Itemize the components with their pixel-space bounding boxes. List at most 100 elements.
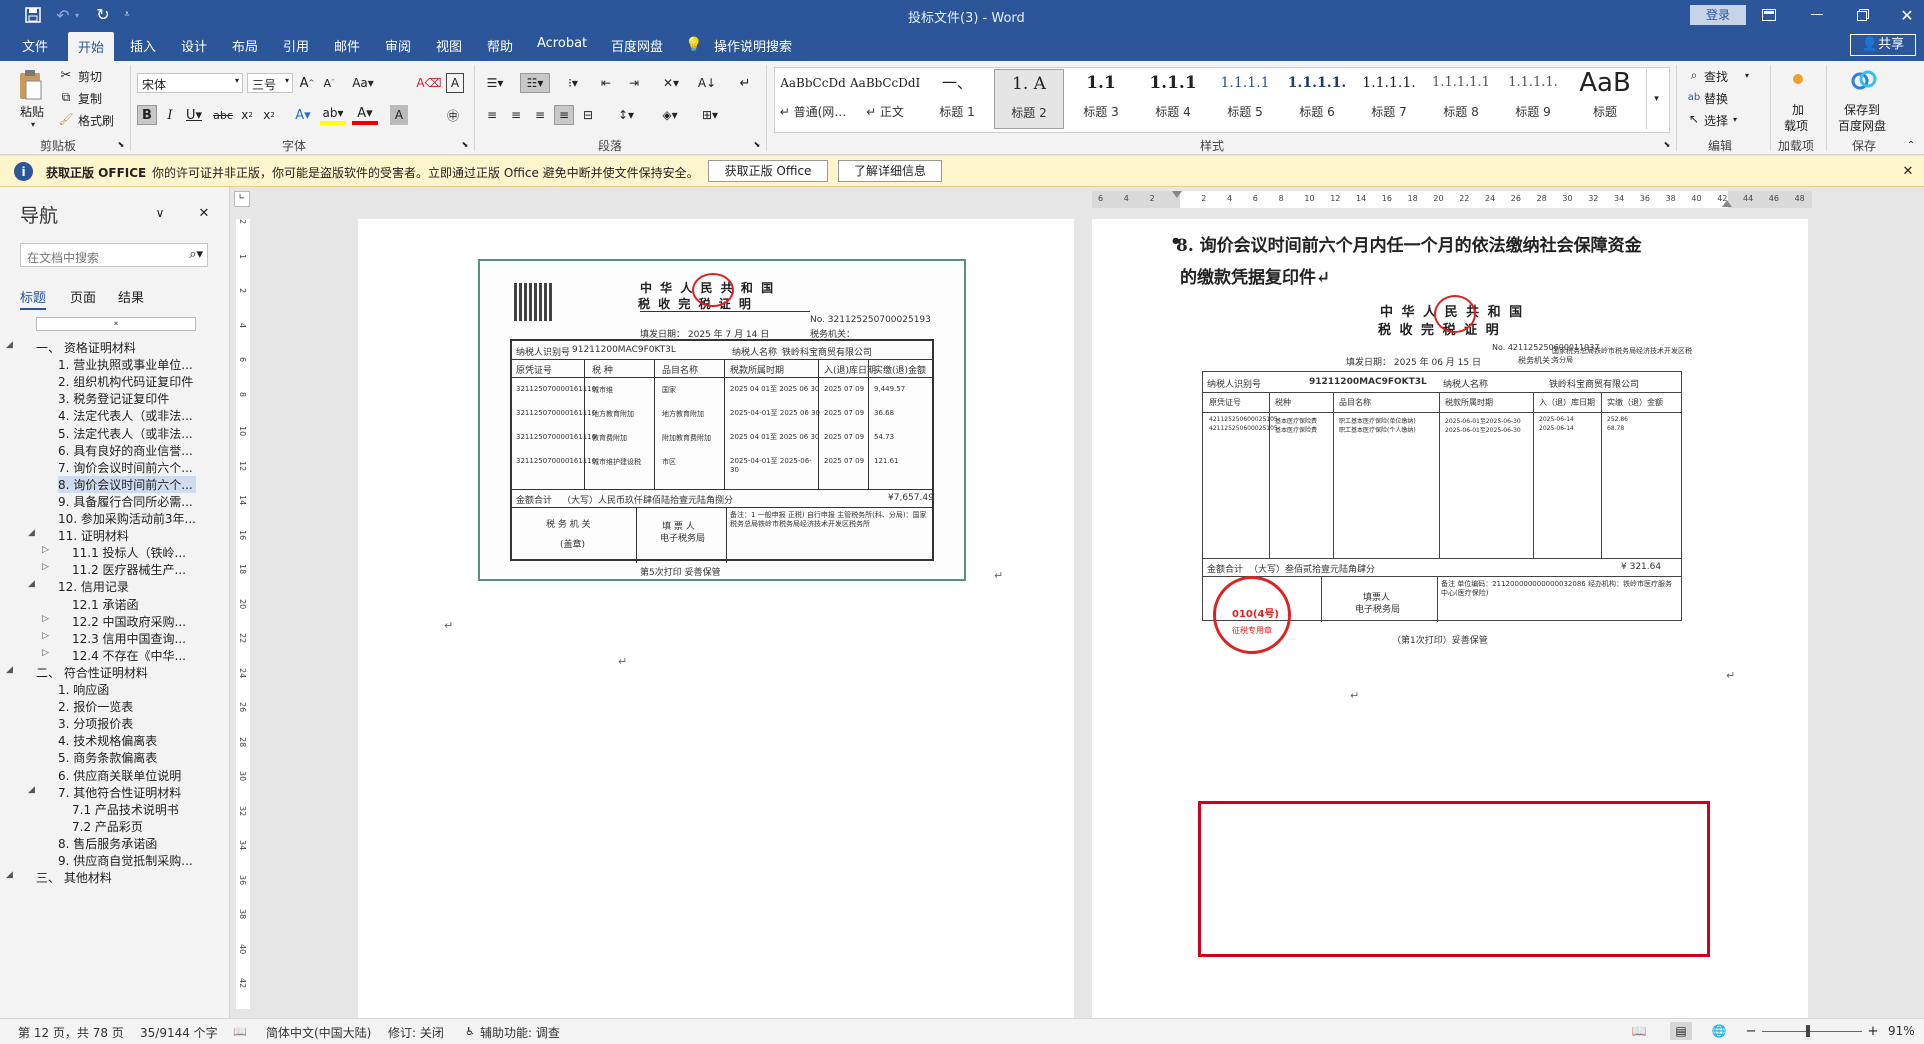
tab-baidu-netdisk[interactable]: 百度网盘 [611,36,663,55]
find-icon[interactable]: ⌕ [1686,67,1702,83]
nav-heading-item[interactable]: 2. 组织机构代码证复印件 [58,373,196,390]
nav-close-icon[interactable]: ✕ [196,205,212,221]
nav-options-icon[interactable]: ∨ [152,205,168,221]
tab-home[interactable]: 开始 [68,32,115,61]
indent-marker[interactable] [1172,191,1182,198]
increase-indent-icon[interactable]: ⇥ [624,73,644,93]
style-normal-web[interactable]: AaBbCcDd ↵ 普通(网… [778,69,848,129]
highlight-icon[interactable]: ab▾ [320,105,346,125]
word-count[interactable]: 35/9144 个字 [140,1024,218,1041]
find-button[interactable]: 查找 [1704,68,1728,85]
nav-heading-item[interactable]: 12. 信用记录 [58,578,196,595]
nav-heading-item[interactable]: 7.2 产品彩页 [72,818,196,835]
font-color-icon[interactable]: A▾ [352,105,378,125]
search-icon[interactable]: ⌕▾ [189,247,203,262]
clear-formatting-icon[interactable]: A⌫ [416,73,441,93]
nav-heading-item[interactable]: 1. 营业执照或事业单位... [58,356,196,373]
undo-icon[interactable]: ↶ [54,6,72,25]
zoom-out-icon[interactable]: − [1744,1023,1758,1039]
nav-heading-item[interactable]: 3. 税务登记证复印件 [58,390,196,407]
addins-icon[interactable] [1788,69,1808,89]
save-icon[interactable] [24,6,42,24]
accessibility-status[interactable]: 辅助功能: 调查 [480,1024,560,1041]
nav-heading-item[interactable]: 12.1 承诺函 [72,596,196,613]
select-button[interactable]: 选择 [1704,112,1728,129]
nav-heading-item[interactable]: 8. 售后服务承诺函 [58,835,196,852]
multilevel-list-icon[interactable]: ⁝▾ [558,73,588,93]
undo-dropdown-icon[interactable]: ▾ [72,8,82,22]
chevron-down-icon[interactable]: ▾ [1742,69,1752,81]
paste-button[interactable]: 粘贴 [20,103,44,120]
nav-heading-item[interactable]: 11.1 投标人（铁岭... [72,544,196,561]
dialog-launcher-icon[interactable]: ⬊ [752,139,762,149]
nav-heading-item[interactable]: 5. 商务条款偏离表 [58,749,196,766]
style-title[interactable]: AaB 标题 [1570,69,1640,129]
nav-heading-item[interactable]: 9. 供应商自觉抵制采购... [58,852,196,869]
addins-label-1[interactable]: 加 [1792,101,1804,118]
style-heading-3[interactable]: 1.1 标题 3 [1066,69,1136,129]
font-size-select[interactable]: 三号 ▾ [247,73,293,93]
superscript-icon[interactable]: x2 [260,105,278,125]
minimize-icon[interactable] [1808,6,1826,24]
enclose-characters-icon[interactable]: ㊥ [444,105,462,125]
sort-icon[interactable]: A↓ [696,73,718,93]
nav-heading-item[interactable]: 12.2 中国政府采购... [72,613,196,630]
web-layout-icon[interactable]: 🌐 [1710,1023,1728,1039]
tab-view[interactable]: 视图 [436,36,462,55]
shading-icon[interactable]: ◈▾ [656,105,684,125]
nav-heading-item[interactable]: 6. 具有良好的商业信誉... [58,442,196,459]
tell-me-search[interactable]: 操作说明搜索 [714,36,792,55]
distributed-icon[interactable]: ⊟ [578,105,598,125]
style-heading-5[interactable]: 1.1.1.1 标题 5 [1210,69,1280,129]
nav-expand-icon[interactable]: ◢ [6,665,13,675]
nav-scroll-up[interactable]: ⌅ [36,317,196,331]
nav-expand-icon[interactable]: ◢ [28,528,35,538]
save-baidu-label-2[interactable]: 百度网盘 [1838,117,1886,134]
style-heading-9[interactable]: 1.1.1.1. 标题 9 [1498,69,1568,129]
login-button[interactable]: 登录 [1690,5,1746,25]
text-effects-icon[interactable]: A▾ [290,105,316,125]
nav-heading-item[interactable]: 二、 符合性证明材料 [36,664,196,681]
nav-heading-item[interactable]: 11. 证明材料 [58,527,196,544]
cut-icon[interactable]: ✂ [58,67,74,83]
tab-acrobat[interactable]: Acrobat [537,36,587,51]
paste-dropdown-icon[interactable]: ▾ [28,119,38,129]
nav-heading-item[interactable]: 7. 询价会议时间前六个... [58,459,196,476]
nav-heading-item[interactable]: 1. 响应函 [58,681,196,698]
zoom-slider-thumb[interactable] [1806,1025,1810,1037]
dialog-launcher-icon[interactable]: ⬊ [460,139,470,149]
nav-heading-item[interactable]: 7. 其他符合性证明材料 [58,784,196,801]
nav-heading-item[interactable]: 2. 报价一览表 [58,698,196,715]
tab-mailings[interactable]: 邮件 [334,36,360,55]
proofing-icon[interactable]: 📖 [232,1023,248,1039]
tab-help[interactable]: 帮助 [487,36,513,55]
zoom-slider[interactable] [1762,1025,1862,1037]
nav-heading-item[interactable]: 7.1 产品技术说明书 [72,801,196,818]
tab-file[interactable]: 文件 [22,36,48,55]
nav-heading-item[interactable]: 4. 法定代表人（或非法... [58,407,196,424]
restore-icon[interactable] [1854,6,1872,24]
tab-layout[interactable]: 布局 [232,36,258,55]
nav-heading-item[interactable]: 12.3 信用中国查询... [72,630,196,647]
learn-more-button[interactable]: 了解详细信息 [838,160,942,182]
zoom-in-icon[interactable]: + [1866,1023,1880,1039]
show-marks-icon[interactable]: ↵ [736,73,754,93]
shrink-font-icon[interactable]: Aˇ [320,73,338,93]
replace-icon[interactable]: ab [1686,89,1702,105]
italic-icon[interactable]: I [161,105,179,125]
chinese-layout-icon[interactable]: ✕▾ [656,73,686,93]
replace-button[interactable]: 替换 [1704,90,1728,107]
tab-references[interactable]: 引用 [283,36,309,55]
underline-icon[interactable]: U▾ [183,105,205,125]
print-layout-icon[interactable]: ▤ [1670,1022,1692,1040]
ruler-toggle[interactable]: ∟ [234,191,250,207]
zoom-level[interactable]: 91% [1888,1024,1915,1038]
nav-expand-icon[interactable]: ▷ [42,614,49,624]
style-heading-8[interactable]: 1.1.1.1.1 标题 8 [1426,69,1496,129]
character-border-icon[interactable]: A [446,73,464,93]
dialog-launcher-icon[interactable]: ⬊ [116,139,126,149]
nav-expand-icon[interactable]: ▷ [42,631,49,641]
language[interactable]: 简体中文(中国大陆) [266,1024,371,1041]
nav-tab-results[interactable]: 结果 [118,287,144,306]
nav-tab-pages[interactable]: 页面 [70,287,96,306]
